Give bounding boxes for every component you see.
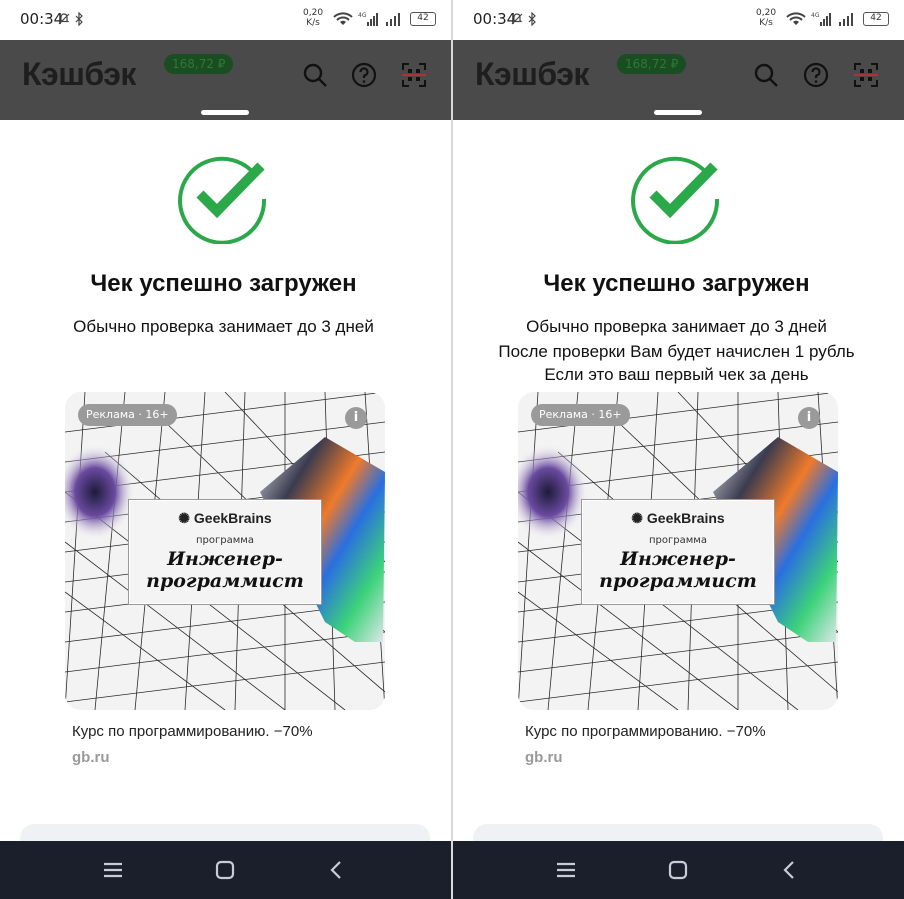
ad-url[interactable]: gb.ru <box>72 749 110 766</box>
signal-icon <box>839 13 853 26</box>
back-icon[interactable] <box>326 859 348 881</box>
signal-4g-icon: 4G <box>811 12 831 26</box>
ad-label-badge: Реклама · 16+ <box>78 404 177 426</box>
back-icon[interactable] <box>779 859 801 881</box>
ad-creative-card: ✺ GeekBrains программа Инженер-программи… <box>128 499 322 605</box>
notifications-off-icon <box>511 13 523 25</box>
success-message-line: Обычно проверка занимает до 3 дней <box>73 317 374 336</box>
ad-program-label: программа <box>649 535 707 546</box>
system-nav-bar <box>0 841 451 899</box>
ad-info-icon[interactable]: i <box>345 407 367 429</box>
status-time: 00:34 <box>473 10 517 28</box>
success-message-line: После проверки Вам будет начислен 1 рубл… <box>498 342 855 361</box>
ad-description[interactable]: Курс по программированию. −70% <box>525 723 766 740</box>
ad-brand-name: ✺ GeekBrains <box>631 510 725 526</box>
ad-url[interactable]: gb.ru <box>525 749 563 766</box>
search-icon[interactable] <box>302 62 328 88</box>
bottom-sheet: Чек успешно загружен Обычно проверка зан… <box>454 120 899 899</box>
success-check-icon <box>631 156 720 244</box>
bottom-sheet: Чек успешно загружен Обычно проверка зан… <box>1 120 446 899</box>
notifications-off-icon <box>58 13 70 25</box>
ad-banner[interactable]: Реклама · 16+ i ✺ GeekBrains программа И… <box>518 392 838 710</box>
signal-4g-icon: 4G <box>358 12 378 26</box>
success-message-line: Если это ваш первый чек за день <box>544 365 809 384</box>
brain-logo-icon: ✺ <box>178 510 194 526</box>
status-time: 00:34 <box>20 10 64 28</box>
cashback-balance-badge[interactable]: 168,72 ₽ <box>617 54 687 74</box>
ad-creative-card: ✺ GeekBrains программа Инженер-программи… <box>581 499 775 605</box>
ad-label-badge: Реклама · 16+ <box>531 404 630 426</box>
qr-scan-icon[interactable] <box>401 62 427 88</box>
signal-icon <box>386 13 400 26</box>
battery-indicator: 42 <box>410 12 436 26</box>
ad-course-title: Инженер-программист <box>599 548 757 592</box>
status-bar: 00:34 0,20 K/s 4G 42 <box>453 0 904 40</box>
success-heading: Чек успешно загружен <box>543 270 810 297</box>
bluetooth-icon <box>528 12 536 26</box>
sheet-drag-handle[interactable] <box>654 110 702 115</box>
cashback-balance-badge[interactable]: 168,72 ₽ <box>164 54 234 74</box>
sheet-drag-handle[interactable] <box>201 110 249 115</box>
ad-brand-name: ✺ GeekBrains <box>178 510 272 526</box>
search-icon[interactable] <box>753 62 779 88</box>
menu-icon[interactable] <box>102 859 124 881</box>
phone-screen-right: 00:34 0,20 K/s 4G 42 Кэшбэк 168,72 ₽ Чек … <box>453 0 904 899</box>
help-icon[interactable] <box>803 62 829 88</box>
network-speed: 0,20 K/s <box>756 8 777 28</box>
app-title: Кэшбэк <box>22 56 136 92</box>
system-nav-bar <box>453 841 904 899</box>
home-icon[interactable] <box>667 859 689 881</box>
battery-indicator: 42 <box>863 12 889 26</box>
wifi-icon <box>786 12 806 25</box>
ad-info-icon[interactable]: i <box>798 407 820 429</box>
help-icon[interactable] <box>351 62 377 88</box>
status-bar: 00:34 0,20 K/s 4G 42 <box>0 0 451 40</box>
svg-text:4G: 4G <box>811 12 820 19</box>
network-speed: 0,20 K/s <box>303 8 324 28</box>
success-heading: Чек успешно загружен <box>90 270 357 297</box>
svg-text:4G: 4G <box>358 12 367 19</box>
success-check-icon <box>178 156 267 244</box>
app-header: Кэшбэк 168,72 ₽ <box>0 40 451 120</box>
bluetooth-icon <box>75 12 83 26</box>
ad-banner[interactable]: Реклама · 16+ i ✺ GeekBrains программа И… <box>65 392 385 710</box>
menu-icon[interactable] <box>555 859 577 881</box>
qr-scan-icon[interactable] <box>853 62 879 88</box>
ad-course-title: Инженер-программист <box>146 548 304 592</box>
phone-screen-left: 00:34 0,20 K/s 4G 42 Кэшбэк 168,72 ₽ Чек … <box>0 0 451 899</box>
success-message-line: Обычно проверка занимает до 3 дней <box>526 317 827 336</box>
home-icon[interactable] <box>214 859 236 881</box>
app-header: Кэшбэк 168,72 ₽ <box>453 40 904 120</box>
app-title: Кэшбэк <box>475 56 589 92</box>
ad-program-label: программа <box>196 535 254 546</box>
ad-description[interactable]: Курс по программированию. −70% <box>72 723 313 740</box>
brain-logo-icon: ✺ <box>631 510 647 526</box>
wifi-icon <box>333 12 353 25</box>
